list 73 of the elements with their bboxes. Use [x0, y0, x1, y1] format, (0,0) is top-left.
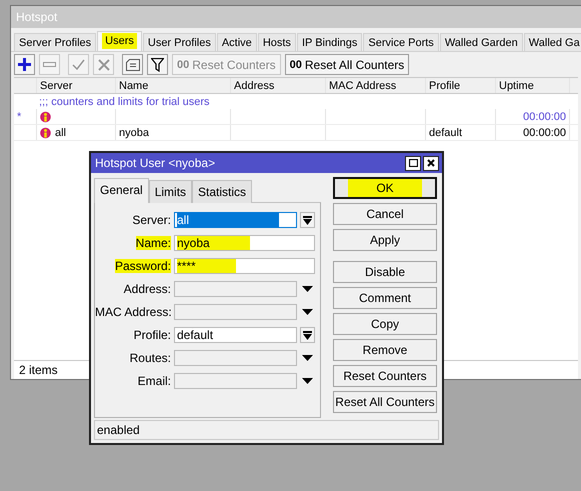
- column-header[interactable]: Uptime: [496, 78, 570, 93]
- field-label: MAC Address:: [95, 305, 173, 319]
- input-field[interactable]: ****: [174, 258, 315, 274]
- column-header[interactable]: MAC Address: [326, 78, 426, 93]
- input-field[interactable]: [174, 281, 297, 297]
- dialog-button[interactable]: Comment: [333, 287, 437, 309]
- comment-row-text: ;;; counters and limits for trial users: [38, 94, 211, 109]
- table-cell: default: [426, 125, 496, 140]
- close-button[interactable]: [423, 156, 439, 170]
- tab[interactable]: Active: [216, 33, 257, 51]
- cross-icon: [98, 58, 110, 70]
- dialog-button[interactable]: Reset Counters: [333, 365, 437, 387]
- select-field[interactable]: default: [174, 327, 297, 343]
- tab[interactable]: Users: [97, 31, 142, 51]
- field-label: Name:: [134, 236, 172, 250]
- dialog-button[interactable]: Copy: [333, 313, 437, 335]
- table-cell: all: [37, 125, 116, 140]
- field-label: Profile:: [132, 328, 172, 342]
- maximize-icon: [408, 159, 418, 167]
- column-header[interactable]: Profile: [426, 78, 496, 93]
- table-cell: 00:00:00: [496, 109, 570, 124]
- dropdown-icon: [303, 216, 312, 224]
- toolbar-button[interactable]: [147, 54, 168, 75]
- checkmark-icon: [72, 59, 85, 70]
- user-icon: [40, 126, 51, 138]
- caret-icon: [302, 286, 313, 292]
- dialog-title: Hotspot User <nyoba>: [95, 156, 216, 170]
- caret-icon: [302, 355, 313, 361]
- field-label: Server:: [131, 213, 172, 227]
- tab[interactable]: Hosts: [258, 33, 296, 51]
- plus-icon: [18, 58, 31, 71]
- input-field[interactable]: nyoba: [174, 235, 315, 251]
- tab[interactable]: Walled Ga: [524, 33, 581, 51]
- select-field[interactable]: all: [174, 212, 297, 228]
- tab[interactable]: Service Ports: [363, 33, 439, 51]
- maximize-button[interactable]: [405, 156, 421, 170]
- tab[interactable]: General: [94, 178, 149, 203]
- user-icon: [40, 110, 51, 122]
- dialog-button[interactable]: OK: [333, 177, 437, 199]
- toolbar-button[interactable]: [14, 54, 35, 75]
- dialog-button[interactable]: Apply: [333, 229, 437, 251]
- note-icon: [126, 58, 140, 70]
- tab[interactable]: IP Bindings: [296, 33, 362, 51]
- column-header[interactable]: Address: [231, 78, 326, 93]
- dialog-button[interactable]: Disable: [333, 261, 437, 283]
- dropdown-button[interactable]: [300, 327, 315, 343]
- tab[interactable]: Server Profiles: [14, 33, 96, 51]
- dialog-button[interactable]: Cancel: [333, 203, 437, 225]
- toolbar-button[interactable]: [122, 54, 143, 75]
- dropdown-icon: [303, 330, 312, 340]
- row-flag: *: [14, 109, 37, 124]
- column-header[interactable]: Name: [116, 78, 231, 93]
- table-cell: nyoba: [116, 125, 231, 140]
- status-bar: enabled: [94, 420, 439, 440]
- close-icon: [427, 159, 435, 167]
- field-label: Password:: [114, 259, 172, 273]
- filter-icon: [151, 58, 164, 72]
- tab[interactable]: Limits: [148, 180, 192, 203]
- field-label: Address:: [122, 282, 172, 296]
- column-header[interactable]: Server: [37, 78, 116, 93]
- dropdown-button[interactable]: [300, 212, 315, 228]
- minus-icon: [43, 62, 56, 67]
- toolbar-button[interactable]: 00 Reset All Counters: [284, 54, 410, 75]
- table-cell: 00:00:00: [496, 125, 570, 140]
- input-field[interactable]: [174, 350, 297, 366]
- tab[interactable]: Statistics: [192, 180, 252, 203]
- tab[interactable]: Walled Garden: [440, 33, 523, 51]
- input-field[interactable]: [174, 304, 297, 320]
- input-field[interactable]: [174, 373, 297, 389]
- tab[interactable]: User Profiles: [142, 33, 216, 51]
- dialog-button[interactable]: Reset All Counters: [333, 391, 437, 413]
- dialog-button[interactable]: Remove: [333, 339, 437, 361]
- caret-icon: [302, 309, 313, 315]
